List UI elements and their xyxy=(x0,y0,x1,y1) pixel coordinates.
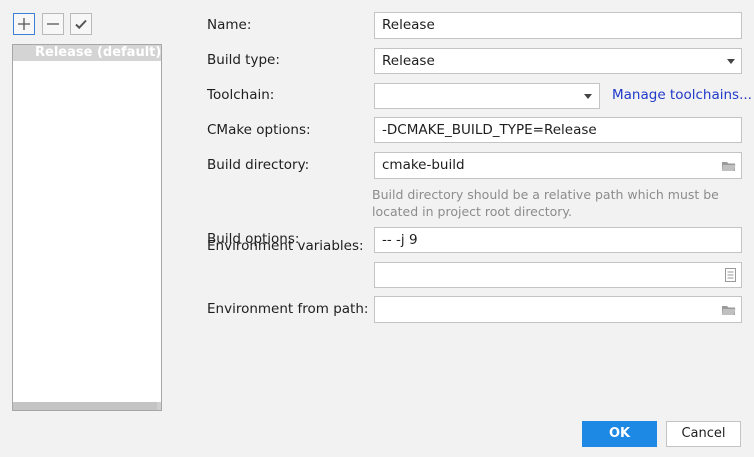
add-profile-button[interactable] xyxy=(13,13,35,35)
build-type-value: Release xyxy=(382,53,435,69)
cancel-button[interactable]: Cancel xyxy=(666,421,741,447)
env-from-path-field[interactable] xyxy=(374,296,742,323)
env-vars-field[interactable] xyxy=(374,262,742,288)
build-directory-value: cmake-build xyxy=(382,157,465,173)
cmake-options-label: CMake options: xyxy=(207,122,311,138)
toolchain-select[interactable] xyxy=(374,83,600,109)
name-field[interactable]: Release xyxy=(374,12,742,39)
horizontal-scrollbar[interactable] xyxy=(13,402,161,410)
toolchain-label: Toolchain: xyxy=(207,87,275,103)
env-vars-label: Environment variables: xyxy=(207,238,364,254)
remove-profile-button[interactable] xyxy=(42,13,64,35)
build-directory-field[interactable]: cmake-build xyxy=(374,152,742,179)
manage-toolchains-link[interactable]: Manage toolchains... xyxy=(612,87,752,103)
build-type-label: Build type: xyxy=(207,52,280,68)
build-directory-label: Build directory: xyxy=(207,157,310,173)
checkmark-icon xyxy=(75,19,87,30)
name-label: Name: xyxy=(207,17,252,33)
env-from-path-label: Environment from path: xyxy=(207,301,369,317)
scrollbar-thumb[interactable] xyxy=(13,402,157,410)
build-type-select[interactable]: Release xyxy=(374,48,742,74)
profiles-list[interactable]: Release (default) xyxy=(12,44,162,411)
document-icon[interactable] xyxy=(725,268,736,282)
chevron-down-icon xyxy=(584,94,592,99)
build-directory-hint: Build directory should be a relative pat… xyxy=(372,187,719,219)
cmake-options-field[interactable]: -DCMAKE_BUILD_TYPE=Release xyxy=(374,117,742,143)
folder-icon[interactable] xyxy=(721,159,736,172)
folder-icon[interactable] xyxy=(721,303,736,316)
minus-icon xyxy=(47,23,59,25)
ok-button[interactable]: OK xyxy=(582,421,657,447)
apply-profile-button[interactable] xyxy=(70,13,92,35)
chevron-down-icon xyxy=(727,59,735,64)
list-item[interactable]: Release (default) xyxy=(13,45,161,61)
build-options-field[interactable]: -- -j 9 xyxy=(374,227,742,253)
plus-icon xyxy=(18,18,30,30)
